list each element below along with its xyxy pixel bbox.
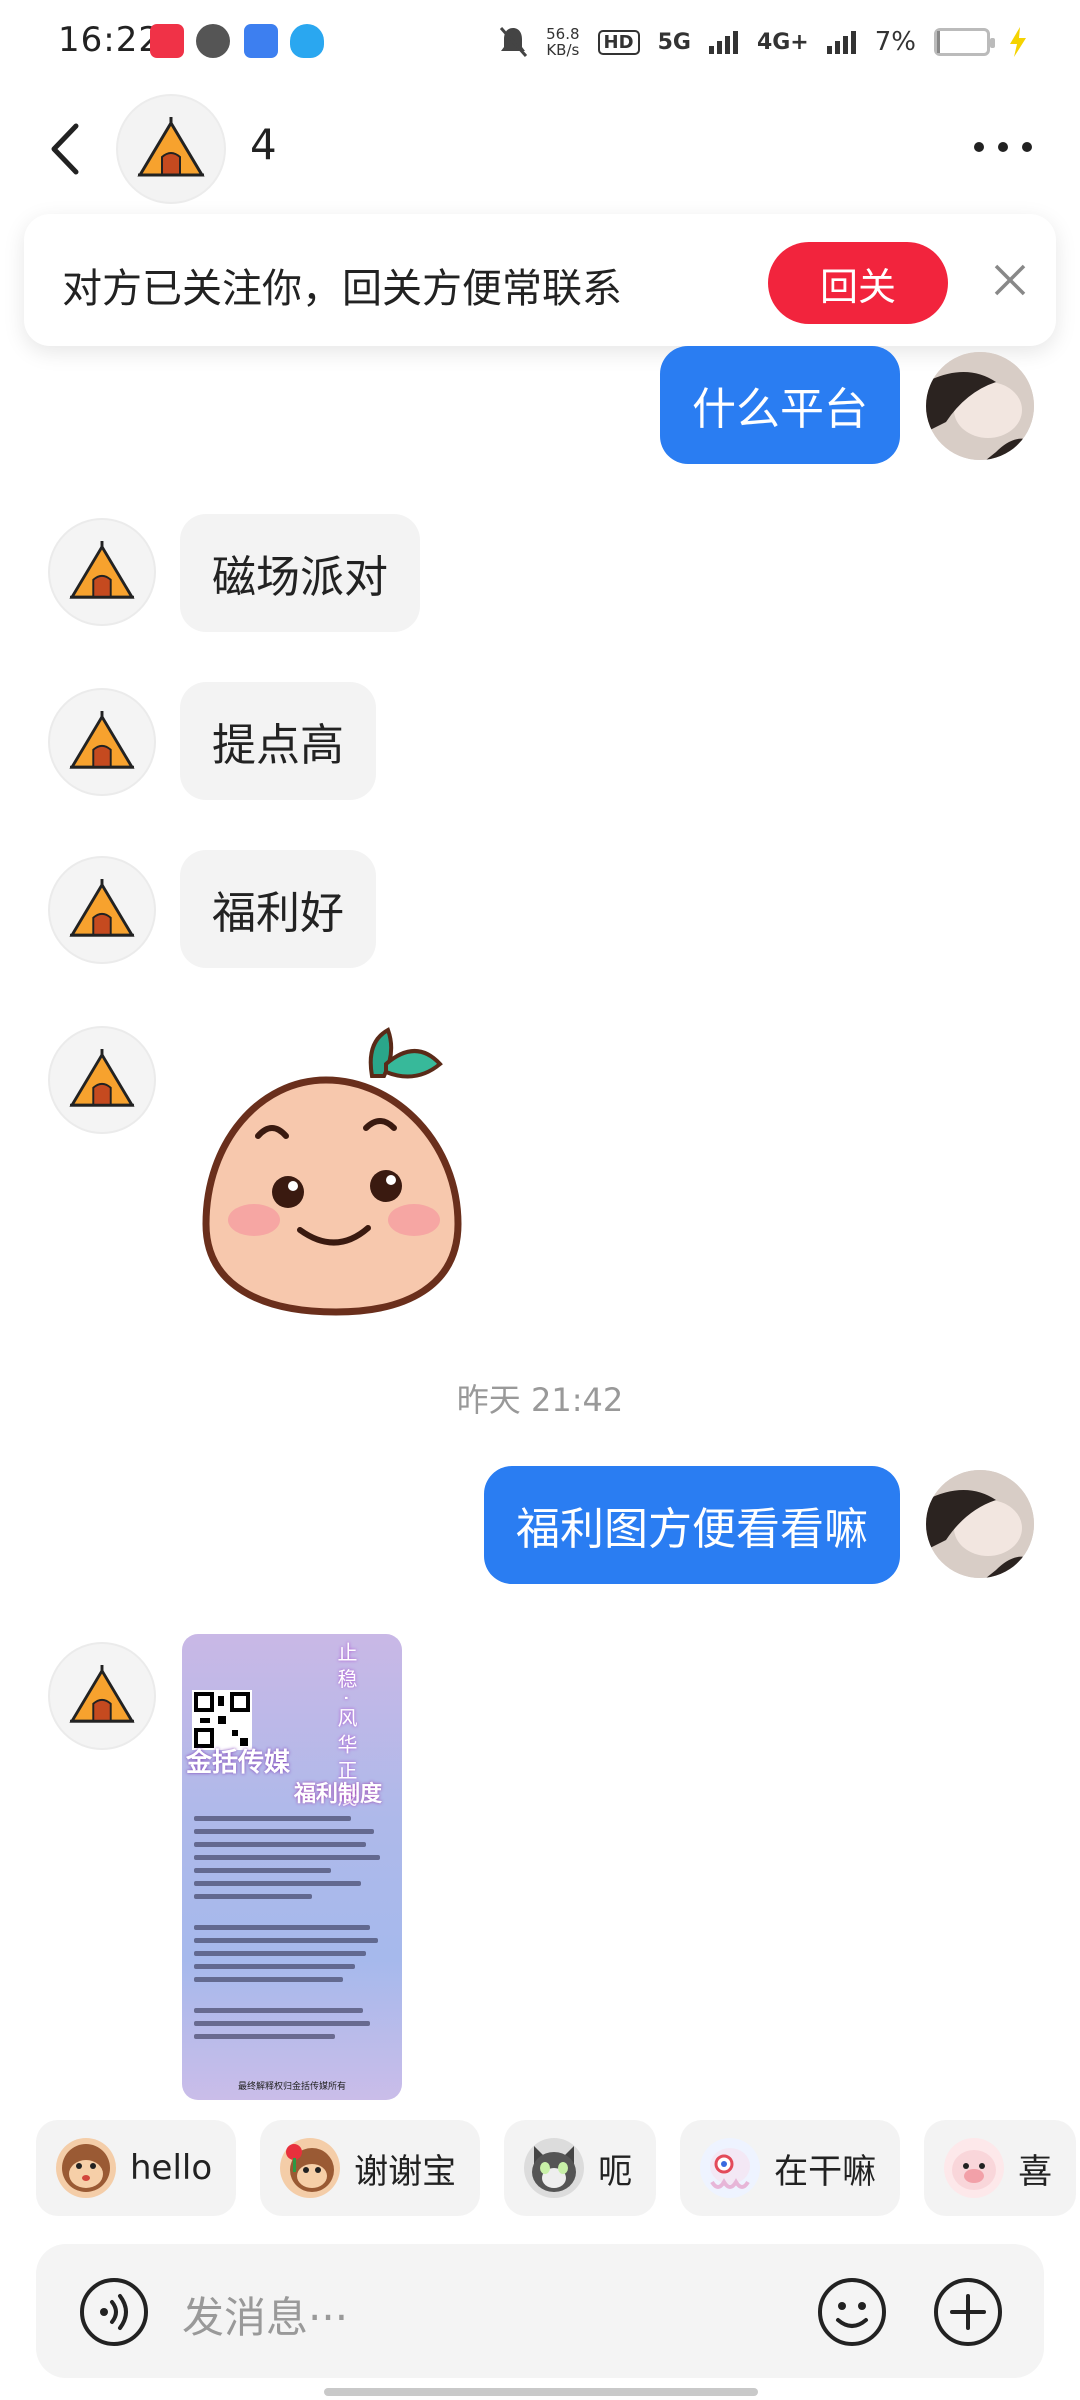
qq-notify-icon bbox=[290, 24, 324, 58]
home-indicator[interactable] bbox=[324, 2388, 758, 2396]
poster-subtitle: 福利制度 bbox=[294, 1782, 383, 1807]
poster-footer: 最终解释权归金括传媒所有 bbox=[237, 2082, 346, 2092]
self-message-bubble[interactable]: 什么平台 bbox=[660, 346, 900, 464]
quick-reply-chip[interactable]: 呃 bbox=[504, 2120, 657, 2216]
monkey-rose-emoji-icon bbox=[280, 2138, 341, 2198]
message-timestamp: 昨天 21:42 bbox=[456, 1381, 624, 1419]
contact-avatar[interactable] bbox=[48, 1026, 156, 1134]
quick-reply-chip[interactable]: 喜 bbox=[924, 2120, 1077, 2216]
charging-icon bbox=[1010, 27, 1026, 57]
user-photo-icon bbox=[926, 352, 1034, 460]
qr-code-icon bbox=[192, 1690, 252, 1750]
contact-avatar[interactable] bbox=[116, 94, 226, 204]
shopping-notify-icon bbox=[244, 24, 278, 58]
quick-reply-chip[interactable]: 谢谢宝 bbox=[260, 2120, 481, 2216]
emoji-icon[interactable] bbox=[816, 2276, 888, 2348]
battery-icon bbox=[934, 28, 995, 56]
peach-sticker-icon[interactable] bbox=[196, 1024, 466, 1324]
poster-title: 金括传媒 bbox=[186, 1748, 291, 1778]
tent-icon bbox=[69, 1049, 135, 1107]
battery-percent: 7% bbox=[874, 27, 916, 57]
close-icon[interactable] bbox=[992, 262, 1028, 298]
quick-reply-label: 谢谢宝 bbox=[354, 2151, 457, 2192]
tent-icon bbox=[137, 117, 205, 177]
plus-icon[interactable] bbox=[932, 2276, 1004, 2348]
chat-header: 4 bbox=[0, 84, 1080, 214]
hd-badge: HD bbox=[597, 29, 640, 55]
poster-image-message[interactable]: 止 稳 · 风 华 正 茂 金括传媒 福利制度 最终解释权归金括传媒所有 bbox=[182, 1634, 402, 2100]
status-time: 16:22 bbox=[58, 20, 161, 60]
network-5g: 5G bbox=[657, 29, 691, 55]
contact-message-bubble[interactable]: 福利好 bbox=[180, 850, 376, 968]
back-arrow-icon[interactable] bbox=[46, 122, 86, 176]
contact-message-bubble[interactable]: 磁场派对 bbox=[180, 514, 420, 632]
contact-avatar[interactable] bbox=[48, 1642, 156, 1750]
follow-back-banner: 对方已关注你，回关方便常联系 回关 bbox=[24, 214, 1056, 346]
more-menu-button[interactable] bbox=[974, 142, 1032, 152]
network-4g: 4G+ bbox=[756, 29, 809, 55]
status-right: 56.8 KB/s HD 5G 4G+ 7% bbox=[498, 20, 1028, 64]
follow-back-button[interactable]: 回关 bbox=[768, 242, 948, 324]
self-message-bubble[interactable]: 福利图方便看看嘛 bbox=[484, 1466, 900, 1584]
quick-reply-chip[interactable]: 在干嘛 bbox=[680, 2120, 901, 2216]
self-avatar[interactable] bbox=[926, 352, 1034, 460]
tent-icon bbox=[69, 541, 135, 599]
user-photo-icon bbox=[926, 1470, 1034, 1578]
dot-icon bbox=[1022, 142, 1032, 152]
quick-reply-bar: hello 谢谢宝 呃 在干嘛 喜 bbox=[36, 2120, 1077, 2218]
signal-icon-2 bbox=[826, 31, 856, 54]
contact-message-bubble[interactable]: 提点高 bbox=[180, 682, 376, 800]
contact-avatar[interactable] bbox=[48, 518, 156, 626]
dot-icon bbox=[974, 142, 984, 152]
quick-reply-label: 呃 bbox=[598, 2151, 633, 2192]
quick-reply-label: hello bbox=[130, 2148, 213, 2188]
tent-icon bbox=[69, 879, 135, 937]
contact-avatar[interactable] bbox=[48, 688, 156, 796]
tent-icon bbox=[69, 711, 135, 769]
self-avatar[interactable] bbox=[926, 1470, 1034, 1578]
follow-banner-text: 对方已关注你，回关方便常联系 bbox=[62, 266, 622, 312]
message-notify-icon bbox=[196, 24, 230, 58]
cat-emoji-icon bbox=[524, 2138, 585, 2198]
monkey-emoji-icon bbox=[56, 2138, 116, 2198]
status-bar: 16:22 56.8 KB/s HD 5G 4G+ 7% bbox=[0, 0, 1080, 84]
quick-reply-label: 喜 bbox=[1018, 2151, 1053, 2192]
xiaohongshu-notify-icon bbox=[150, 24, 184, 58]
message-input-bar: 发消息··· bbox=[36, 2244, 1044, 2378]
voice-input-icon[interactable] bbox=[78, 2276, 150, 2348]
contact-name[interactable]: 4 bbox=[250, 120, 277, 169]
tent-icon bbox=[69, 1665, 135, 1723]
quick-reply-label: 在干嘛 bbox=[774, 2151, 877, 2192]
pig-emoji-icon bbox=[944, 2138, 1005, 2198]
signal-icon bbox=[708, 31, 738, 54]
message-input[interactable]: 发消息··· bbox=[182, 2284, 348, 2345]
poster-text-lines bbox=[194, 1816, 390, 2047]
mute-bell-icon bbox=[500, 27, 528, 57]
net-speed: 56.8 KB/s bbox=[546, 25, 580, 59]
octopus-emoji-icon bbox=[700, 2138, 761, 2198]
dot-icon bbox=[998, 142, 1008, 152]
quick-reply-chip[interactable]: hello bbox=[36, 2120, 237, 2216]
contact-avatar[interactable] bbox=[48, 856, 156, 964]
